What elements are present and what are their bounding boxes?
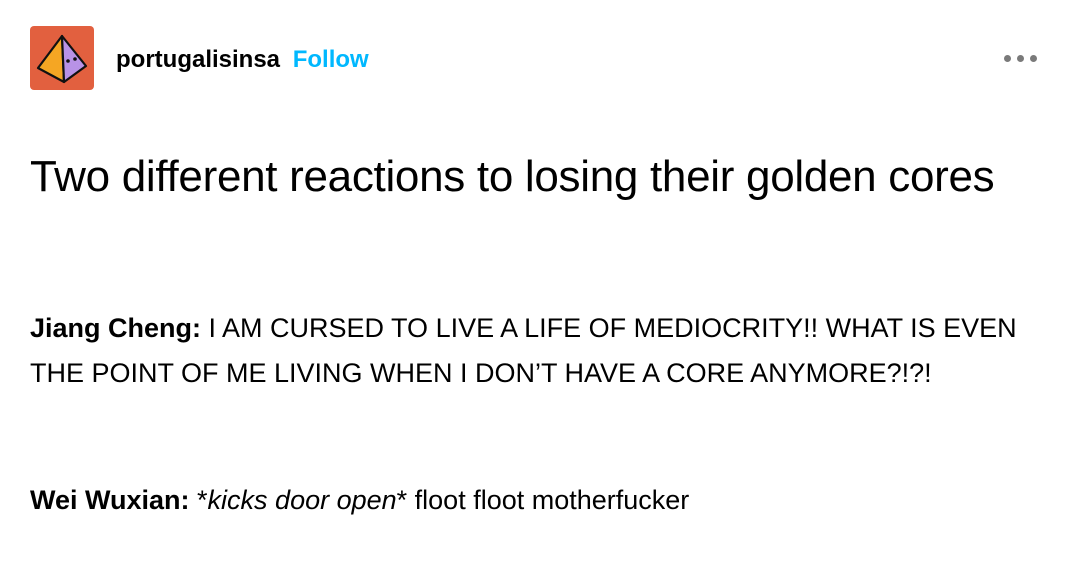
post-title: Two different reactions to losing their … bbox=[30, 152, 995, 201]
follow-button[interactable]: Follow bbox=[293, 46, 369, 73]
pyramid-icon bbox=[36, 34, 88, 84]
speaker-colon: : bbox=[180, 485, 190, 515]
speaker-colon: : bbox=[192, 313, 202, 343]
blog-name-link[interactable]: portugalisinsa bbox=[116, 46, 280, 73]
dialogue-text-post: * floot floot motherfucker bbox=[396, 485, 690, 515]
action-text: kicks door open bbox=[207, 485, 397, 515]
speaker-name: Wei Wuxian bbox=[30, 485, 181, 515]
tumblr-post: portugalisinsa Follow Two different reac… bbox=[0, 0, 1078, 572]
blog-line: portugalisinsa Follow bbox=[116, 45, 369, 75]
post-header: portugalisinsa Follow bbox=[30, 26, 1048, 90]
menu-dot bbox=[1017, 55, 1024, 62]
post-paragraph: Wei Wuxian: *kicks door open* floot floo… bbox=[30, 478, 1060, 523]
menu-dot bbox=[1004, 55, 1011, 62]
speaker-name: Jiang Cheng bbox=[30, 313, 193, 343]
menu-dot bbox=[1030, 55, 1037, 62]
post-paragraph: Jiang Cheng: I AM CURSED TO LIVE A LIFE … bbox=[30, 306, 1060, 396]
more-horizontal-icon[interactable] bbox=[1004, 52, 1040, 64]
dialogue-text-pre: * bbox=[189, 485, 208, 515]
blog-avatar[interactable] bbox=[30, 26, 94, 90]
